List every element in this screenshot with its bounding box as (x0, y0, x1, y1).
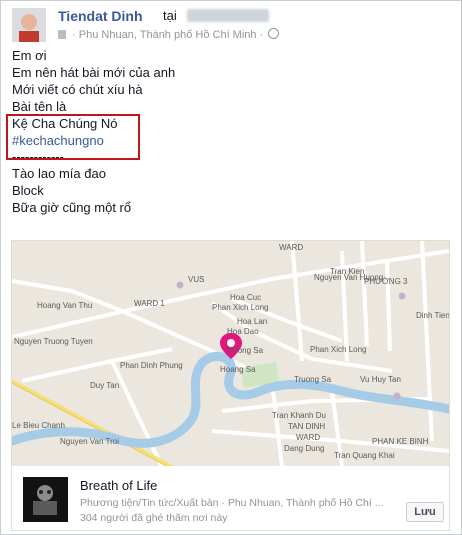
map-label: WARD (279, 243, 304, 252)
map-label: Hoang Sa (220, 365, 256, 374)
page-thumbnail[interactable] (23, 477, 68, 522)
avatar[interactable] (12, 8, 46, 42)
map-label: Hoa Dao (227, 327, 259, 336)
page-card[interactable]: Breath of Life Phương tiện/Tin tức/Xuất … (11, 466, 450, 531)
map-label: Tran Khanh Du (272, 411, 326, 420)
author-name[interactable]: Tiendat Dinh (58, 8, 143, 24)
map-label: Nguyen Van Huong (314, 273, 384, 282)
page-category-location: Phương tiện/Tin tức/Xuất bản · Phu Nhuan… (80, 497, 384, 509)
map-label: TAN DINH (288, 422, 326, 431)
page-title[interactable]: Breath of Life (80, 478, 157, 493)
map-label: Nguyen Van Troi (60, 437, 119, 446)
map-label: Phan Xich Long (212, 303, 269, 312)
map-label: WARD (296, 433, 321, 442)
map-label: Dinh Tien Hoang (416, 311, 450, 320)
map-label: Nguyen Truong Tuyen (14, 337, 93, 346)
post-line: Mới viết có chút xíu hà (12, 81, 143, 97)
save-button[interactable]: Lưu (406, 502, 444, 522)
map-label: Tran Quang Khai (334, 451, 395, 460)
map-label: Duy Tan (90, 381, 120, 390)
map-label: Hoa Cuc (230, 293, 262, 302)
redacted-location (187, 9, 269, 22)
map-label: WARD 1 (134, 299, 165, 308)
map-label: PHAN KE BINH (372, 437, 429, 446)
post-line: Tào lao mía đao (12, 166, 106, 182)
map-label: VUS (188, 275, 205, 284)
highlight-box (6, 114, 140, 160)
map[interactable]: Hoang Van Thu WARD 1 WARD VUS Hoa Cuc Ph… (11, 240, 450, 468)
map-label: Dang Dung (284, 444, 325, 453)
page-category: Phương tiện/Tin tức/Xuất bản (80, 497, 219, 509)
globe-icon[interactable] (268, 28, 280, 39)
at-word: tại (163, 8, 177, 23)
post-line: Em nên hát bài mới của anh (12, 64, 176, 80)
map-label: Hoa Lan (237, 317, 268, 326)
map-label: Phan Dinh Phung (120, 361, 183, 370)
map-label: Vu Huy Tan (360, 375, 401, 384)
page-location: Phu Nhuan, Thành phố Hồ Chí ... (227, 497, 384, 509)
post-line: Block (12, 183, 44, 199)
page-visits: 304 người đã ghé thăm nơi này (80, 512, 228, 524)
post-meta: · Phu Nhuan, Thành phố Hồ Chí Minh · (58, 28, 280, 41)
post-line: Em ơi (12, 48, 47, 63)
map-label: Truong Sa (294, 375, 332, 384)
map-label: Le Bieu Chanh (12, 421, 65, 430)
map-label: Hoang Van Thu (37, 301, 93, 310)
map-label: Truong Sa (226, 346, 264, 355)
blurred-time (58, 30, 66, 39)
post-line: Bữa giờ cũng một rổ (12, 200, 132, 216)
location-link[interactable]: Phu Nhuan, Thành phố Hồ Chí Minh (79, 29, 257, 41)
map-label: Phan Xich Long (310, 345, 367, 354)
